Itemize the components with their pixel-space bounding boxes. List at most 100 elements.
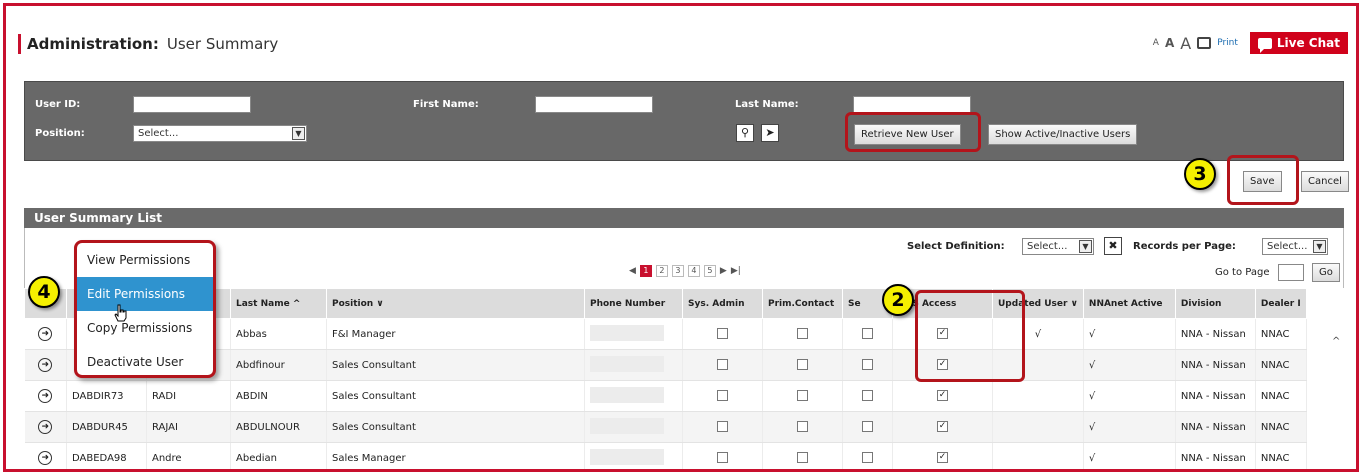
- print-link[interactable]: Print: [1217, 38, 1238, 48]
- font-size-medium-button[interactable]: A: [1165, 36, 1174, 50]
- se-checkbox[interactable]: [862, 452, 873, 464]
- column-header-position[interactable]: Position ∨: [326, 288, 585, 319]
- save-highlight: [1227, 155, 1299, 205]
- table-cell: [584, 411, 683, 443]
- go-button[interactable]: Go: [1312, 263, 1340, 282]
- scroll-up-icon[interactable]: ^: [1332, 336, 1340, 347]
- page-2[interactable]: 2: [655, 265, 668, 277]
- row-action-menu: View Permissions Edit Permissions Copy P…: [74, 240, 216, 378]
- table-row[interactable]: ➜ DABDIR73 RADI ABDIN Sales Consultant ✓ √ NNA …: [24, 380, 1307, 412]
- table-cell: [682, 318, 763, 350]
- show-active-inactive-button[interactable]: Show Active/Inactive Users: [988, 124, 1138, 145]
- division-cell: NNA - Nissan: [1175, 349, 1256, 381]
- clear-definition-icon[interactable]: ✖: [1104, 237, 1122, 255]
- records-per-page-dropdown[interactable]: Select... ▼: [1262, 238, 1328, 255]
- user-id-input[interactable]: [133, 96, 251, 113]
- se-checkbox[interactable]: [862, 390, 873, 402]
- prim-contact-checkbox[interactable]: [797, 328, 808, 340]
- dbs-access-checkbox[interactable]: ✓: [937, 390, 948, 402]
- next-page-icon[interactable]: ▶: [720, 266, 727, 276]
- page-4[interactable]: 4: [687, 265, 700, 277]
- table-cell: ➜: [24, 411, 67, 443]
- table-row[interactable]: ➜ DABDUR45 RAJAI ABDULNOUR Sales Consultant ✓…: [24, 411, 1307, 443]
- sys-admin-checkbox[interactable]: [717, 421, 728, 433]
- se-checkbox[interactable]: [862, 328, 873, 340]
- row-action-icon[interactable]: ➜: [38, 389, 53, 403]
- go-to-page-input[interactable]: [1278, 264, 1304, 281]
- first-name-cell: RAJAI: [146, 411, 231, 443]
- live-chat-button[interactable]: Live Chat: [1249, 32, 1348, 54]
- magnifier-icon[interactable]: ⚲: [736, 124, 754, 142]
- view-permissions-menu-item[interactable]: View Permissions: [77, 243, 213, 277]
- prim-contact-checkbox[interactable]: [797, 390, 808, 402]
- table-cell: ➜: [24, 349, 67, 381]
- se-checkbox[interactable]: [862, 421, 873, 433]
- page-1[interactable]: 1: [639, 265, 652, 277]
- first-page-icon[interactable]: ◀: [629, 266, 636, 276]
- row-action-icon[interactable]: ➜: [38, 420, 53, 434]
- row-action-icon[interactable]: ➜: [38, 358, 53, 372]
- pagination: ◀ 1 2 3 4 5 ▶ ▶|: [629, 265, 741, 277]
- position-label: Position:: [35, 128, 85, 139]
- position-select[interactable]: Select... ▼: [133, 125, 307, 142]
- last-name-input[interactable]: [853, 96, 971, 113]
- sys-admin-checkbox[interactable]: [717, 390, 728, 402]
- division-cell: NNA - Nissan: [1175, 380, 1256, 412]
- title-accent-bar: [18, 34, 21, 54]
- hand-cursor-icon: [114, 304, 127, 322]
- font-size-large-button[interactable]: A: [1180, 34, 1191, 53]
- se-checkbox[interactable]: [862, 359, 873, 371]
- chat-bubble-icon: [1257, 37, 1272, 53]
- dbs-access-checkbox[interactable]: ✓: [937, 452, 948, 464]
- column-header: NNAnet Active: [1082, 288, 1176, 319]
- column-header: Dealer I: [1254, 288, 1307, 319]
- cancel-button[interactable]: Cancel: [1301, 171, 1349, 192]
- prim-contact-checkbox[interactable]: [797, 421, 808, 433]
- page-frame: Administration: User Summary A A A Print…: [3, 3, 1359, 472]
- row-action-icon[interactable]: ➜: [38, 327, 53, 341]
- position-cell: Sales Consultant: [326, 380, 585, 412]
- division-cell: NNA - Nissan: [1175, 411, 1256, 443]
- column-header: Sys. Admin: [682, 288, 763, 319]
- table-cell: [682, 380, 763, 412]
- position-select-value: Select...: [138, 128, 179, 139]
- sys-admin-checkbox[interactable]: [717, 359, 728, 371]
- last-name-cell: Abdfinour: [230, 349, 327, 381]
- prim-contact-checkbox[interactable]: [797, 452, 808, 464]
- copy-permissions-menu-item[interactable]: Copy Permissions: [77, 311, 213, 345]
- row-action-icon[interactable]: ➜: [38, 451, 53, 465]
- updated-user-cell: [992, 380, 1084, 412]
- table-cell: [682, 349, 763, 381]
- nnanet-active-cell: √: [1083, 318, 1176, 350]
- deactivate-user-menu-item[interactable]: Deactivate User: [77, 345, 213, 375]
- page-5[interactable]: 5: [703, 265, 716, 277]
- table-cell: ➜: [24, 380, 67, 412]
- sys-admin-checkbox[interactable]: [717, 328, 728, 340]
- first-name-input[interactable]: [535, 96, 653, 113]
- table-cell: [762, 442, 843, 469]
- table-row[interactable]: ➜ Abdfinour Sales Consultant ✓ √ NNA - Nissan…: [24, 349, 1307, 381]
- font-size-small-button[interactable]: A: [1153, 38, 1159, 48]
- prim-contact-checkbox[interactable]: [797, 359, 808, 371]
- list-controls: Select Definition: Select... ▼ ✖ Records…: [24, 228, 1344, 288]
- division-cell: NNA - Nissan: [1175, 318, 1256, 350]
- pointer-icon[interactable]: ➤: [761, 124, 779, 142]
- dealer-cell: NNAC: [1255, 380, 1307, 412]
- last-page-icon[interactable]: ▶|: [731, 266, 741, 276]
- column-header-last-name[interactable]: Last Name ^: [230, 288, 327, 319]
- page-3[interactable]: 3: [671, 265, 684, 277]
- table-row[interactable]: ➜ DABEDA98 Andre Abedian Sales Manager ✓ √ NNA …: [24, 442, 1307, 469]
- select-definition-dropdown[interactable]: Select... ▼: [1022, 238, 1094, 255]
- division-cell: NNA - Nissan: [1175, 442, 1256, 469]
- printer-icon[interactable]: [1197, 37, 1212, 49]
- first-name-cell: RADI: [146, 380, 231, 412]
- sys-admin-checkbox[interactable]: [717, 452, 728, 464]
- table-row[interactable]: ➜ Abbas F&I Manager ✓ √ √ NNA - Nissan NNAC: [24, 318, 1307, 350]
- table-cell: [762, 411, 843, 443]
- position-cell: Sales Consultant: [326, 349, 585, 381]
- user-summary-list-header: User Summary List: [24, 208, 1344, 228]
- edit-permissions-menu-item[interactable]: Edit Permissions: [77, 277, 213, 311]
- records-per-page-label: Records per Page:: [1133, 241, 1236, 252]
- phone-redacted: [590, 386, 664, 403]
- dbs-access-checkbox[interactable]: ✓: [937, 421, 948, 433]
